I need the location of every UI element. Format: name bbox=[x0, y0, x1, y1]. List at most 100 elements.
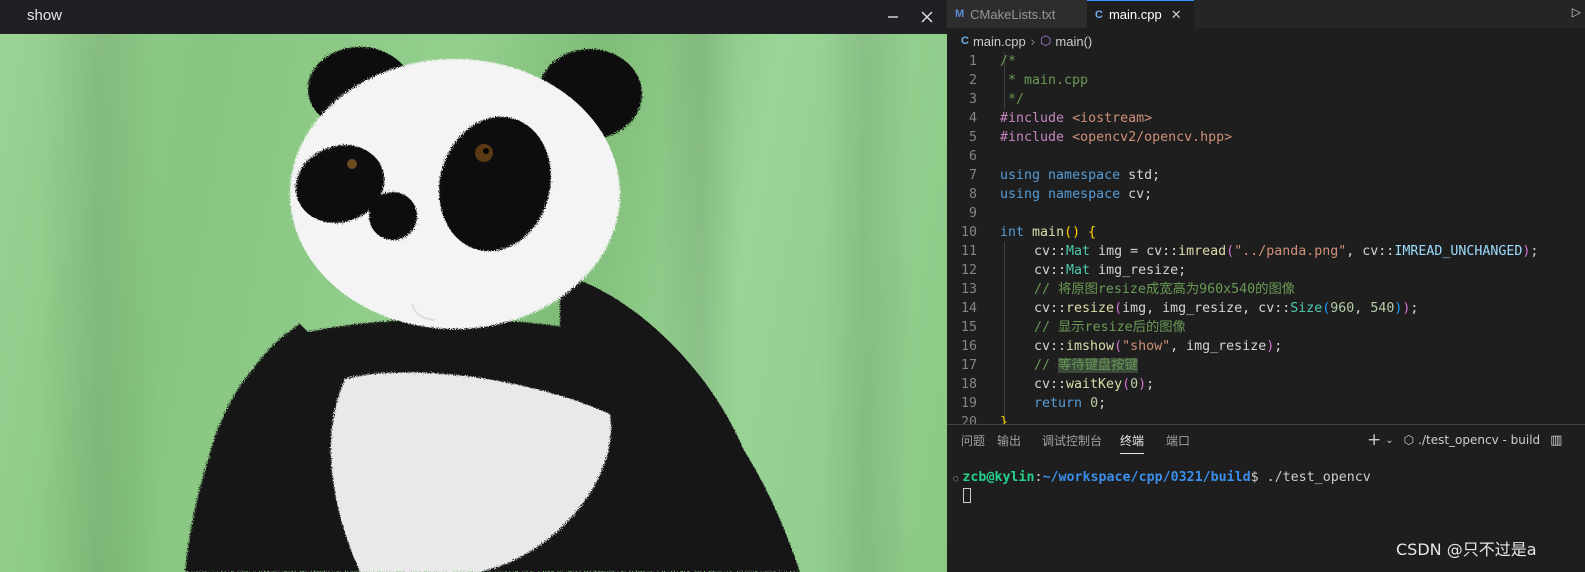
image-viewer-window: show bbox=[0, 0, 947, 572]
code-text: * main.cpp bbox=[1000, 73, 1089, 88]
line-number: 3 bbox=[968, 92, 977, 107]
code-text: cv::Mat img_resize; bbox=[1034, 263, 1187, 278]
line-number: 8 bbox=[968, 187, 977, 202]
code-text: int main() { bbox=[1000, 225, 1097, 240]
line-number: 16 bbox=[960, 339, 977, 354]
code-line: 3 */ bbox=[947, 90, 1585, 109]
code-line: 17 // 等待键盘按键 bbox=[947, 356, 1585, 375]
tab-close-icon[interactable]: ✕ bbox=[1171, 7, 1182, 23]
viewer-title: show bbox=[27, 7, 63, 24]
close-icon bbox=[921, 11, 933, 23]
line-number: 12 bbox=[960, 263, 977, 278]
tab-debug-console[interactable]: 调试控制台 bbox=[1042, 432, 1102, 449]
panda-photo bbox=[0, 34, 947, 572]
watermark: CSDN @只不过是a bbox=[1396, 540, 1537, 559]
code-text: /* bbox=[1000, 54, 1017, 69]
panda-illustration bbox=[40, 34, 910, 572]
terminal-icon: ⬡ bbox=[1403, 433, 1415, 447]
circle-icon: ○ bbox=[953, 474, 959, 484]
tab-label: main.cpp bbox=[1108, 7, 1162, 22]
breadcrumb-symbol[interactable]: main() bbox=[1055, 34, 1092, 49]
panel-actions: + ⌄ ⬡ ./test_opencv - build ▥ bbox=[1367, 430, 1562, 450]
code-line: 5 #include <opencv2/opencv.hpp> bbox=[947, 128, 1585, 147]
tab-main-cpp[interactable]: C main.cpp ✕ bbox=[1087, 0, 1194, 28]
minimize-button[interactable] bbox=[882, 6, 904, 28]
minimize-icon bbox=[888, 16, 898, 18]
cpp-file-icon: C bbox=[1095, 8, 1103, 21]
line-number: 5 bbox=[968, 130, 977, 145]
tab-cmakelists[interactable]: M CMakeLists.txt bbox=[947, 0, 1087, 28]
code-line: 13 // 将原图resize成宽高为960x540的图像 bbox=[947, 280, 1585, 299]
chevron-down-icon[interactable]: ⌄ bbox=[1385, 435, 1393, 446]
prompt-user: zcb@kylin bbox=[962, 470, 1035, 485]
prompt-path: ~/workspace/cpp/0321/build bbox=[1042, 470, 1251, 485]
code-line: 14 cv::resize(img, img_resize, cv::Size(9… bbox=[947, 299, 1585, 318]
code-text: return 0; bbox=[1034, 396, 1107, 411]
code-line: 1 /* bbox=[947, 52, 1585, 71]
line-number: 1 bbox=[968, 54, 977, 69]
split-terminal-icon[interactable]: ▥ bbox=[1550, 433, 1562, 448]
code-text: #include <opencv2/opencv.hpp> bbox=[1000, 130, 1233, 145]
line-number: 2 bbox=[968, 73, 977, 88]
cpp-file-icon: C bbox=[961, 35, 969, 47]
terminal-prompt-line: ○ zcb@kylin:~/workspace/cpp/0321/build$ .… bbox=[953, 470, 1371, 485]
code-text: using namespace cv; bbox=[1000, 187, 1153, 202]
chevron-right-icon: › bbox=[1030, 33, 1036, 49]
code-line: 10 int main() { bbox=[947, 223, 1585, 242]
code-line: 19 return 0; bbox=[947, 394, 1585, 413]
tab-ports[interactable]: 端口 bbox=[1166, 432, 1190, 449]
close-button[interactable] bbox=[916, 6, 938, 28]
tab-label: CMakeLists.txt bbox=[970, 6, 1056, 22]
cmake-file-icon: M bbox=[955, 8, 965, 20]
code-text: */ bbox=[1000, 92, 1025, 107]
line-number: 4 bbox=[968, 111, 977, 126]
code-line: 9 bbox=[947, 204, 1585, 223]
code-text: // 等待键盘按键 bbox=[1034, 358, 1138, 373]
code-text: cv::Mat img = cv::imread("../panda.png",… bbox=[1034, 244, 1539, 259]
code-line: 8 using namespace cv; bbox=[947, 185, 1585, 204]
plus-icon[interactable]: + bbox=[1367, 430, 1381, 450]
code-text: cv::imshow("show", img_resize); bbox=[1034, 339, 1283, 354]
panel-tabs: 问题 输出 调试控制台 终端 端口 + ⌄ ⬡ ./test_opencv - … bbox=[947, 425, 1585, 455]
terminal-name[interactable]: ./test_opencv - build bbox=[1418, 433, 1540, 447]
tab-problems[interactable]: 问题 bbox=[961, 432, 985, 449]
prompt-command: $ ./test_opencv bbox=[1250, 470, 1371, 485]
line-number: 17 bbox=[960, 358, 977, 373]
code-line: 12 cv::Mat img_resize; bbox=[947, 261, 1585, 280]
line-number: 6 bbox=[968, 149, 977, 164]
code-area[interactable]: 1 /* 2 * main.cpp 3 */ 4 #include <iostrea… bbox=[947, 52, 1585, 430]
method-icon: ⬡ bbox=[1040, 33, 1052, 48]
tab-terminal[interactable]: 终端 bbox=[1120, 432, 1145, 454]
code-line: 18 cv::waitKey(0); bbox=[947, 375, 1585, 394]
line-number: 9 bbox=[968, 206, 977, 221]
code-text: // 显示resize后的图像 bbox=[1034, 320, 1186, 335]
line-number: 11 bbox=[960, 244, 977, 259]
code-line: 11 cv::Mat img = cv::imread("../panda.png… bbox=[947, 242, 1585, 261]
code-text: #include <iostream> bbox=[1000, 111, 1153, 126]
line-number: 19 bbox=[960, 396, 977, 411]
tab-output[interactable]: 输出 bbox=[997, 432, 1021, 449]
breadcrumb: C main.cpp › ⬡ main() bbox=[947, 30, 1585, 52]
run-icon[interactable]: ▷ bbox=[1572, 5, 1581, 19]
code-text: cv::resize(img, img_resize, cv::Size(960… bbox=[1034, 301, 1419, 316]
code-line: 6 bbox=[947, 147, 1585, 166]
line-number: 13 bbox=[960, 282, 977, 297]
line-number: 7 bbox=[968, 168, 977, 183]
code-editor: M CMakeLists.txt C main.cpp ✕ ▷ C main.c… bbox=[947, 0, 1585, 572]
breadcrumb-file[interactable]: main.cpp bbox=[973, 34, 1026, 49]
code-text: // 将原图resize成宽高为960x540的图像 bbox=[1034, 282, 1296, 297]
terminal-cursor bbox=[963, 488, 971, 503]
code-text: cv::waitKey(0); bbox=[1034, 377, 1155, 392]
code-line: 16 cv::imshow("show", img_resize); bbox=[947, 337, 1585, 356]
code-line: 15 // 显示resize后的图像 bbox=[947, 318, 1585, 337]
line-number: 10 bbox=[960, 225, 977, 240]
line-number: 18 bbox=[960, 377, 977, 392]
code-line: 7 using namespace std; bbox=[947, 166, 1585, 185]
code-line: 4 #include <iostream> bbox=[947, 109, 1585, 128]
code-text: using namespace std; bbox=[1000, 168, 1161, 183]
line-number: 15 bbox=[960, 320, 977, 335]
line-number: 14 bbox=[960, 301, 977, 316]
editor-tabbar: M CMakeLists.txt C main.cpp ✕ ▷ bbox=[947, 0, 1585, 28]
code-line: 2 * main.cpp bbox=[947, 71, 1585, 90]
viewer-titlebar: show bbox=[0, 0, 947, 34]
